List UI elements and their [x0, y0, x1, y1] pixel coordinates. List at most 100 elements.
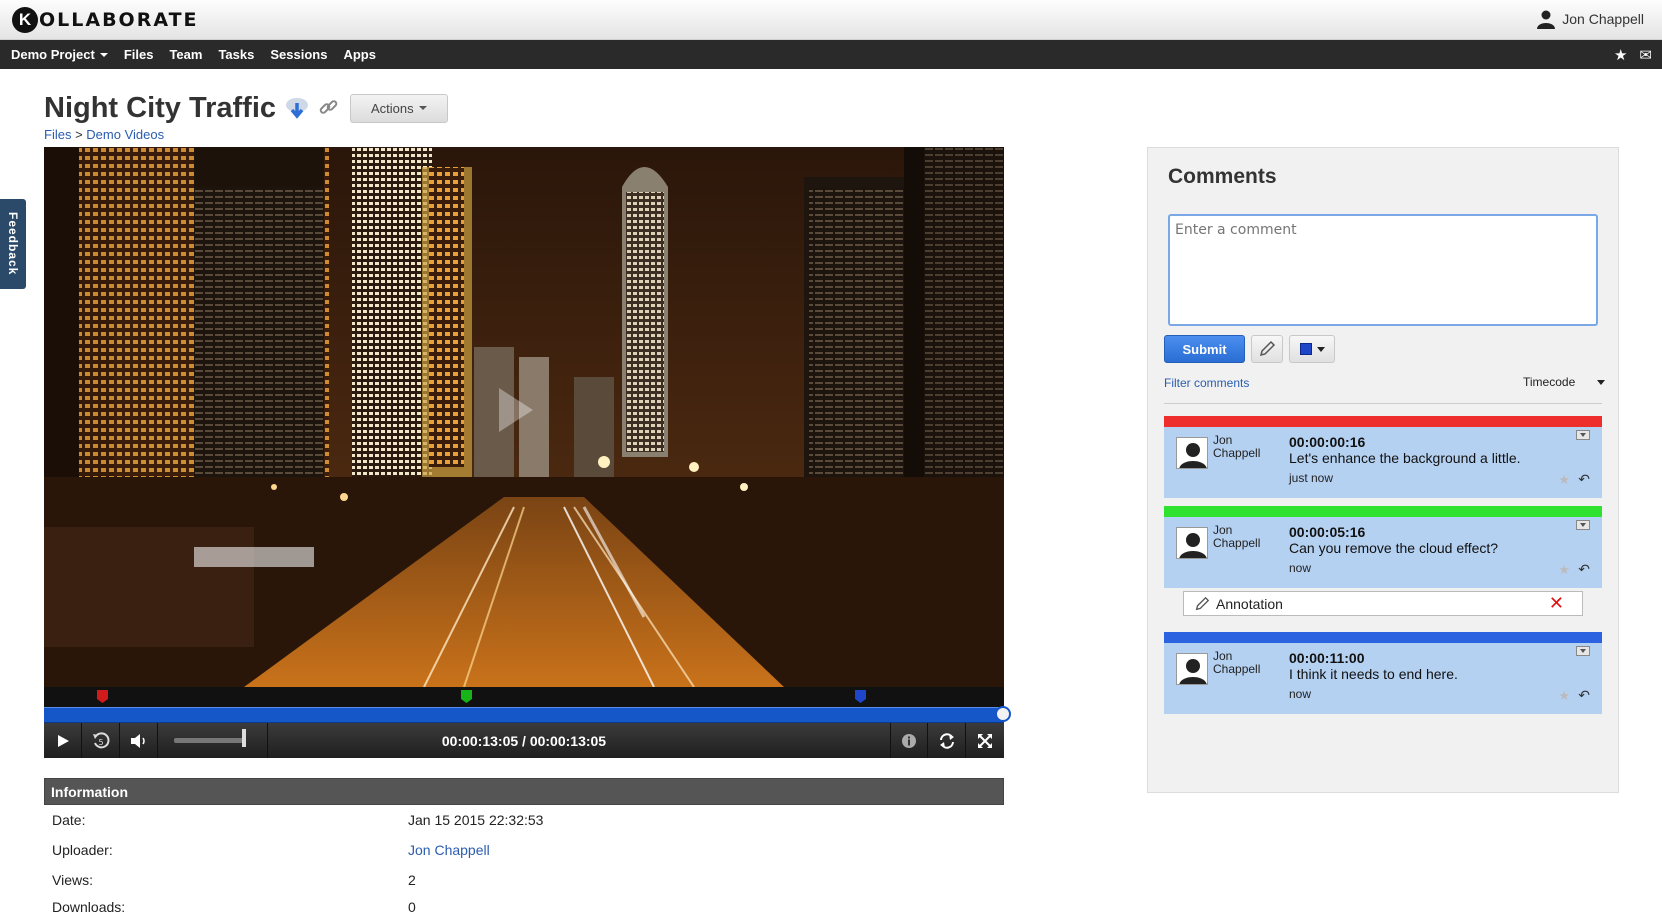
comment-input[interactable] — [1168, 214, 1598, 326]
info-label: Downloads: — [52, 899, 126, 915]
comment-marker[interactable] — [855, 690, 866, 703]
progress-bar[interactable] — [44, 706, 1011, 723]
comment-timecode[interactable]: 00:00:05:16 — [1289, 524, 1365, 540]
pencil-icon — [1259, 340, 1276, 357]
info-value: Jan 15 2015 22:32:53 — [408, 812, 544, 828]
reply-icon[interactable]: ↶ — [1578, 687, 1590, 704]
loop-icon — [939, 732, 954, 749]
star-icon[interactable]: ★ — [1558, 688, 1570, 704]
comment-marker[interactable] — [461, 690, 472, 703]
reply-icon[interactable]: ↶ — [1578, 471, 1590, 488]
info-label: Date: — [52, 812, 86, 828]
comment-item[interactable]: Jon Chappell 00:00:05:16 Can you remove … — [1164, 506, 1602, 588]
comment-author-last: Chappell — [1213, 536, 1261, 550]
comment-color-bar — [1164, 632, 1602, 643]
comment-menu-button[interactable] — [1576, 430, 1590, 440]
sort-label: Timecode — [1523, 375, 1576, 389]
pencil-icon — [1195, 596, 1210, 610]
star-icon[interactable]: ★ — [1558, 472, 1570, 488]
info-row-downloads: Downloads: 0 — [52, 899, 952, 919]
info-value: 2 — [408, 872, 416, 888]
star-icon[interactable]: ★ — [1614, 46, 1627, 64]
page-title: Night City Traffic — [44, 91, 277, 124]
comment-text: Let's enhance the background a little. — [1289, 450, 1521, 466]
nav-item-sessions[interactable]: Sessions — [270, 47, 327, 62]
player-controls: 5 00:00:13:05 / 00:00:13:05 — [44, 723, 1004, 758]
chevron-down-icon — [99, 52, 108, 57]
comment-menu-button[interactable] — [1576, 520, 1590, 530]
comment-color-bar — [1164, 506, 1602, 517]
nav-item-apps[interactable]: Apps — [343, 47, 376, 62]
avatar — [1176, 653, 1208, 685]
info-icon — [902, 733, 916, 748]
comment-time: just now — [1289, 471, 1334, 485]
fullscreen-button[interactable] — [966, 723, 1004, 758]
user-icon — [1537, 10, 1556, 29]
nav-item-tasks[interactable]: Tasks — [218, 47, 254, 62]
logo-mark: K — [12, 7, 38, 33]
annotation-color-picker[interactable] — [1289, 335, 1335, 363]
comment-author-last: Chappell — [1213, 662, 1261, 676]
nav-project-dropdown[interactable]: Demo Project — [11, 47, 108, 62]
color-swatch — [1299, 343, 1312, 355]
comment-menu-button[interactable] — [1576, 646, 1590, 656]
star-icon[interactable]: ★ — [1558, 562, 1570, 578]
comments-panel: Comments Submit Filter comments Timecode… — [1147, 147, 1619, 793]
feedback-tab[interactable]: Feedback — [0, 199, 26, 289]
comments-title: Comments — [1168, 165, 1277, 188]
info-row-views: Views: 2 — [52, 872, 952, 892]
timecode-display: 00:00:13:05 / 00:00:13:05 — [441, 732, 607, 749]
avatar — [1176, 527, 1208, 559]
kollaborate-logo[interactable]: K OLLABORATE — [12, 6, 199, 34]
comment-color-bar — [1164, 416, 1602, 427]
divider — [1164, 403, 1602, 404]
comment-item[interactable]: Jon Chappell 00:00:11:00 I think it need… — [1164, 632, 1602, 714]
breadcrumb-files[interactable]: Files — [44, 127, 71, 142]
info-row-uploader: Uploader: Jon Chappell — [52, 842, 952, 862]
video-frame[interactable] — [44, 147, 1004, 687]
comment-marker[interactable] — [97, 690, 108, 703]
submit-button[interactable]: Submit — [1164, 335, 1245, 363]
info-button[interactable] — [890, 723, 928, 758]
chevron-down-icon — [1316, 346, 1325, 352]
download-icon[interactable] — [284, 95, 310, 121]
mail-icon[interactable]: ✉ — [1639, 46, 1652, 64]
chevron-down-icon — [1597, 379, 1606, 385]
comment-timecode[interactable]: 00:00:00:16 — [1289, 434, 1365, 450]
info-label: Views: — [52, 872, 93, 888]
sort-select[interactable]: Timecode — [1523, 375, 1606, 389]
comment-timecode[interactable]: 00:00:11:00 — [1289, 650, 1365, 666]
breadcrumb-demo-videos[interactable]: Demo Videos — [86, 127, 164, 142]
avatar — [1176, 437, 1208, 469]
draw-annotation-button[interactable] — [1251, 335, 1283, 363]
actions-dropdown[interactable]: Actions — [350, 93, 448, 123]
comment-author: Jon Chappell — [1213, 650, 1273, 676]
uploader-link[interactable]: Jon Chappell — [408, 842, 490, 858]
comment-text: I think it needs to end here. — [1289, 666, 1458, 682]
logo-text: OLLABORATE — [39, 9, 199, 31]
top-header: K OLLABORATE Jon Chappell — [0, 0, 1662, 40]
close-icon[interactable]: ✕ — [1549, 593, 1564, 614]
breadcrumb: Files > Demo Videos — [44, 127, 164, 142]
comment-author: Jon Chappell — [1213, 434, 1273, 460]
comment-time: now — [1289, 687, 1312, 701]
filter-comments-link[interactable]: Filter comments — [1164, 376, 1249, 390]
progress-knob[interactable] — [995, 706, 1011, 722]
annotation-row[interactable]: Annotation ✕ — [1183, 591, 1583, 616]
comment-item[interactable]: Jon Chappell 00:00:00:16 Let's enhance t… — [1164, 416, 1602, 498]
main-nav: Demo Project Files Team Tasks Sessions A… — [0, 40, 1662, 69]
actions-label: Actions — [371, 100, 414, 116]
chevron-down-icon — [418, 106, 427, 110]
comment-marker-strip — [44, 687, 1004, 707]
nav-item-team[interactable]: Team — [169, 47, 202, 62]
comment-author-last: Chappell — [1213, 446, 1261, 460]
play-overlay-icon[interactable] — [499, 388, 533, 432]
nav-item-files[interactable]: Files — [124, 47, 154, 62]
reply-icon[interactable]: ↶ — [1578, 561, 1590, 578]
comment-author: Jon Chappell — [1213, 524, 1273, 550]
loop-button[interactable] — [928, 723, 966, 758]
user-name: Jon Chappell — [1562, 11, 1644, 27]
information-header: Information — [44, 778, 1004, 805]
link-icon[interactable] — [318, 97, 340, 119]
user-menu[interactable]: Jon Chappell — [1536, 9, 1644, 29]
